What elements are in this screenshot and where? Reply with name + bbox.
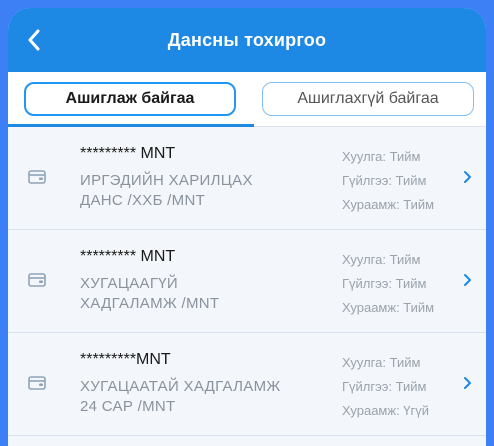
account-name-line1: ХУГАЦААТАЙ ХАДГАЛАМЖ (80, 378, 281, 395)
back-arrow-icon (28, 29, 40, 51)
tab-bar: Ашиглаж байгаа Ашиглахгүй байгаа (8, 72, 486, 127)
wallet-icon (28, 170, 46, 184)
account-status: Хуулга: Тийм Гүйлгээ: Тийм Хураамж: Тийм (342, 248, 434, 320)
account-name-line2: ХАДГАЛАМЖ /MNT (80, 295, 220, 312)
chevron-right-icon (464, 377, 471, 389)
account-number: ********* MNT (80, 145, 176, 162)
tab-active-accounts[interactable]: Ашиглаж байгаа (24, 82, 236, 116)
account-name: ХУГАЦААТАЙ ХАДГАЛАМЖ 24 САР /MNT (80, 377, 330, 417)
account-name: ИРГЭДИЙН ХАРИЛЦАХ ДАНС /ХХБ /MNT (80, 171, 330, 211)
account-number: ********* MNT (80, 248, 176, 265)
account-name-line1: ХУГАЦААГҮЙ (80, 275, 179, 292)
status-transaction: Гүйлгээ: Тийм (342, 173, 427, 188)
account-name-line2: 24 САР /MNT (80, 398, 176, 415)
wallet-icon (28, 273, 46, 287)
account-number: *********MNT (80, 351, 171, 368)
status-view: Хуулга: Тийм (342, 355, 421, 370)
chevron-right-icon (464, 171, 471, 183)
account-row[interactable]: ********* MNT ИРГЭДИЙН ХАРИЛЦАХ ДАНС /ХХ… (8, 127, 486, 230)
account-name-line1: ИРГЭДИЙН ХАРИЛЦАХ (80, 172, 253, 189)
status-view: Хуулга: Тийм (342, 252, 421, 267)
page-title: Дансны тохиргоо (167, 29, 327, 50)
status-savings: Хураамж: Үгүй (342, 403, 430, 418)
status-savings: Хураамж: Тийм (342, 197, 435, 212)
account-name-line2: ДАНС /ХХБ /MNT (80, 192, 206, 209)
wallet-icon (28, 376, 46, 390)
back-button[interactable] (18, 24, 50, 56)
account-row[interactable]: ********* MNT ХУГАЦААГҮЙ ХАДГАЛАМЖ /MNT … (8, 230, 486, 333)
chevron-right-icon (464, 274, 471, 286)
tab-inactive-accounts[interactable]: Ашиглахгүй байгаа (262, 82, 474, 116)
status-transaction: Гүйлгээ: Тийм (342, 276, 427, 291)
status-savings: Хураамж: Тийм (342, 300, 435, 315)
account-status: Хуулга: Тийм Гүйлгээ: Тийм Хураамж: Үгүй (342, 351, 429, 423)
status-transaction: Гүйлгээ: Тийм (342, 379, 427, 394)
app-header: Дансны тохиргоо (8, 8, 486, 72)
app-frame: Дансны тохиргоо Ашиглаж байгаа Ашиглахгү… (8, 8, 486, 446)
account-row[interactable]: *********MNT ХУГАЦААТАЙ ХАДГАЛАМЖ 24 САР… (8, 333, 486, 436)
account-list: ********* MNT ИРГЭДИЙН ХАРИЛЦАХ ДАНС /ХХ… (8, 127, 486, 436)
status-view: Хуулга: Тийм (342, 149, 421, 164)
account-name: ХУГАЦААГҮЙ ХАДГАЛАМЖ /MNT (80, 274, 330, 314)
account-status: Хуулга: Тийм Гүйлгээ: Тийм Хураамж: Тийм (342, 145, 434, 217)
